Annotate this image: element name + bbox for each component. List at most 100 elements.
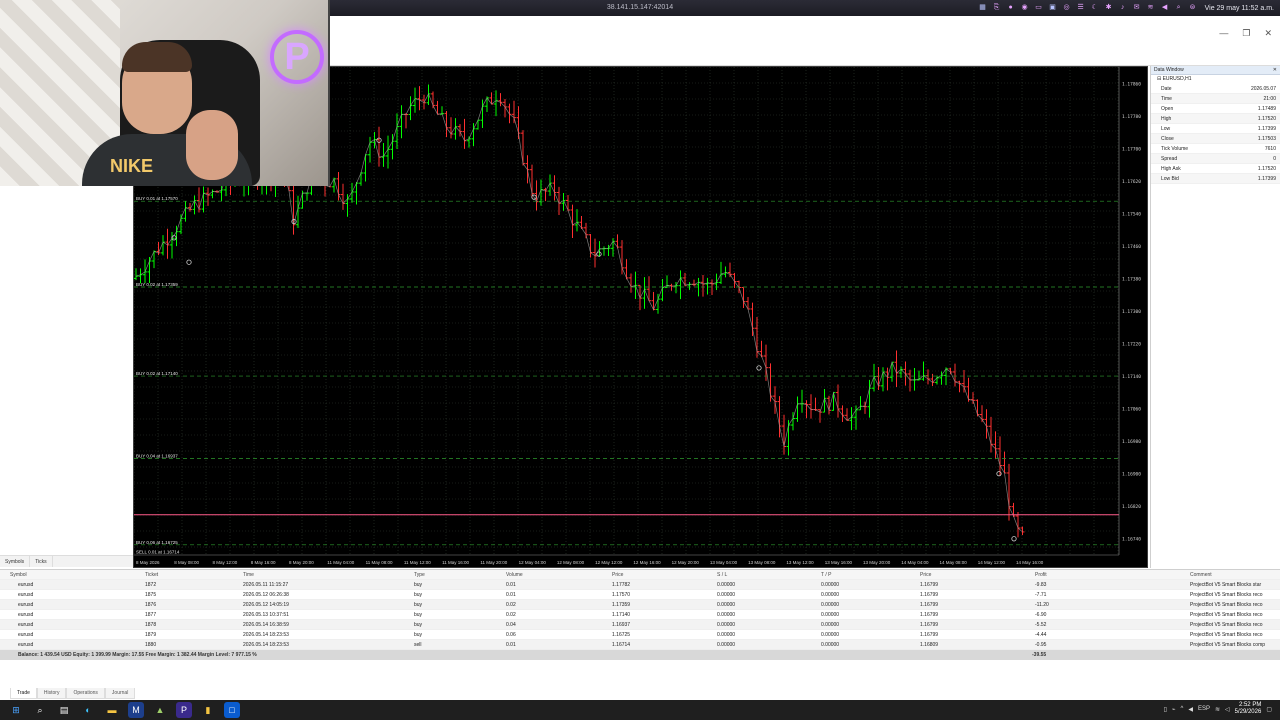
search-icon[interactable]: ⌕	[32, 702, 48, 718]
time-label: 12 May 12:00	[595, 560, 623, 565]
trade-cell: -4.44	[1035, 632, 1047, 638]
battery-icon[interactable]: ▯	[1164, 706, 1167, 713]
data-window-symbol-label: EURUSD,H1	[1162, 76, 1192, 82]
trade-row[interactable]: eurusd 1876 2026.05.12 14:05:19 buy 0.02 1.17…	[0, 600, 1280, 610]
column-header[interactable]: Comment	[1190, 572, 1212, 578]
notes-icon[interactable]: ▮	[200, 702, 216, 718]
tab-trade[interactable]: Trade	[10, 688, 37, 699]
tab-symbols[interactable]: Symbols	[0, 556, 31, 567]
trade-cell: 1.16799	[920, 622, 939, 628]
trade-row[interactable]: eurusd 1878 2026.05.14 16:38:59 buy 0.04 1.16…	[0, 620, 1280, 630]
trade-cell: -5.52	[1035, 622, 1047, 628]
trade-cell: 0.00000	[717, 622, 736, 628]
wifi-icon[interactable]: ≋	[1215, 706, 1220, 713]
trade-cell: 0.00000	[717, 612, 736, 618]
column-header[interactable]: Price	[612, 572, 623, 578]
sliders-icon[interactable]: ☰	[1077, 4, 1085, 12]
column-header[interactable]: Ticket	[145, 572, 158, 578]
trade-cell: 0.01	[506, 592, 516, 598]
record-icon[interactable]: ●	[1007, 4, 1015, 12]
projectbot-icon[interactable]: P	[176, 702, 192, 718]
trade-cell: 1.17359	[612, 602, 631, 608]
trade-cell: 1876	[145, 602, 157, 608]
trade-row[interactable]: eurusd 1872 2026.05.11 11:15:27 buy 0.01 1.17…	[0, 580, 1280, 590]
column-header[interactable]: S / L	[717, 572, 727, 578]
time-label: 8 May 08:00	[174, 560, 199, 565]
time-label: 13 May 04:00	[710, 560, 738, 565]
tab-history[interactable]: History	[36, 688, 67, 699]
toggle-icon[interactable]: ⊜	[1189, 4, 1197, 12]
price-label: 1.17860	[1122, 81, 1141, 87]
data-window-row-value: 21:00	[1263, 96, 1276, 102]
data-window-row-value: 1.17520	[1257, 166, 1276, 172]
data-window-row: Time 21:00	[1151, 94, 1280, 104]
settings-icon[interactable]: ✱	[1105, 4, 1113, 12]
trade-cell: ProjectBot V5 Smart Blocks reco	[1190, 622, 1263, 628]
trade-row[interactable]: eurusd 1880 2026.05.14 18:23:53 sell 0.01 1.1…	[0, 640, 1280, 650]
grid-icon[interactable]: ▦	[979, 4, 987, 12]
toolbox-tabs: Trade History Operations Journal	[10, 688, 136, 699]
display-icon[interactable]: ▣	[1049, 4, 1057, 12]
data-window-symbol: ⊟ EURUSD,H1	[1157, 76, 1192, 82]
app-icon[interactable]: ▲	[152, 702, 168, 718]
remote-desktop-icon[interactable]: □	[224, 702, 240, 718]
column-header[interactable]: Time	[243, 572, 254, 578]
column-header[interactable]: Symbol	[10, 572, 27, 578]
file-explorer-icon[interactable]: ▬	[104, 702, 120, 718]
bell-icon[interactable]: ♪	[1119, 4, 1127, 12]
trade-cell: 1877	[145, 612, 157, 618]
column-header[interactable]: Price	[920, 572, 931, 578]
streamer-hand	[186, 110, 238, 180]
column-header[interactable]: Volume	[506, 572, 523, 578]
close-icon[interactable]: ✕	[1264, 28, 1272, 39]
chevron-up-icon[interactable]: ^	[1181, 706, 1184, 712]
tab-operations[interactable]: Operations	[66, 688, 105, 699]
gamepad-icon[interactable]: ◉	[1021, 4, 1029, 12]
price-label: 1.17780	[1122, 114, 1141, 120]
trade-row[interactable]: eurusd 1875 2026.05.12 06:26:38 buy 0.01 1.17…	[0, 590, 1280, 600]
trade-cell: 1.16937	[612, 622, 631, 628]
time-label: 11 May 08:00	[366, 560, 393, 565]
data-window-row-value: 1.17399	[1257, 176, 1276, 182]
trade-cell: buy	[414, 602, 423, 608]
restore-icon[interactable]: ❐	[1242, 28, 1250, 39]
volume-icon[interactable]: ◀	[1188, 706, 1193, 713]
trade-cell: 1.16725	[612, 632, 631, 638]
column-header[interactable]: Profit	[1035, 572, 1047, 578]
trade-cell: 2026.05.13 10:37:51	[243, 612, 289, 618]
camera-icon[interactable]: ◎	[1063, 4, 1071, 12]
mail-icon[interactable]: ✉	[1133, 4, 1141, 12]
trade-row[interactable]: eurusd 1879 2026.05.14 18:23:53 buy 0.06 1.16…	[0, 630, 1280, 640]
monitor-icon[interactable]: ▭	[1035, 4, 1043, 12]
wifi-icon[interactable]: ≋	[1147, 4, 1155, 12]
language-indicator[interactable]: ESP	[1198, 706, 1210, 712]
trade-row[interactable]: eurusd 1877 2026.05.13 10:37:51 buy 0.02 1.17…	[0, 610, 1280, 620]
network-icon[interactable]: ⌁	[1172, 706, 1176, 713]
metatrader-icon[interactable]: M	[128, 702, 144, 718]
trade-cell: 0.04	[506, 622, 516, 628]
clipboard-icon[interactable]: ⎘	[993, 4, 1001, 12]
trade-cell: eurusd	[18, 612, 34, 618]
moon-icon[interactable]: ☾	[1091, 4, 1099, 12]
trade-cell: ProjectBot V5 Smart Blocks reco	[1190, 592, 1263, 598]
speaker-icon[interactable]: ◁	[1225, 706, 1230, 713]
windows-start-icon[interactable]: ⊞	[8, 702, 24, 718]
volume-icon[interactable]: ◀	[1161, 4, 1169, 12]
tab-journal[interactable]: Journal	[104, 688, 136, 699]
price-label: 1.17620	[1122, 179, 1141, 185]
search-icon[interactable]: ⌕	[1175, 4, 1183, 12]
close-icon[interactable]: ✕	[1273, 67, 1277, 73]
time-label: 12 May 04:00	[519, 560, 547, 565]
data-window-row: High 1.17520	[1151, 114, 1280, 124]
trade-cell: 1.16799	[920, 632, 939, 638]
minimize-icon[interactable]: —	[1219, 28, 1228, 39]
column-header[interactable]: Type	[414, 572, 425, 578]
edge-icon[interactable]: ◐	[80, 702, 96, 718]
data-window-row-value: 7610	[1264, 146, 1276, 152]
taskbar-clock[interactable]: 2:52 PM 5/29/2026	[1235, 702, 1262, 716]
time-label: 8 May 12:00	[213, 560, 238, 565]
task-view-icon[interactable]: ▤	[56, 702, 72, 718]
notification-icon[interactable]: ▢	[1266, 706, 1272, 713]
tab-ticks[interactable]: Ticks	[30, 556, 53, 567]
column-header[interactable]: T / P	[821, 572, 831, 578]
